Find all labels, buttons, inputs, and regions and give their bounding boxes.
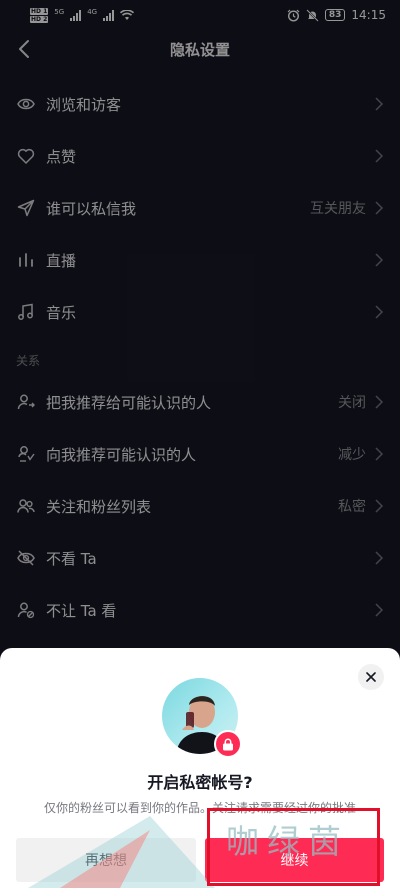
close-button[interactable] [358, 664, 384, 690]
watermark-text: 咖绿茵 [226, 822, 349, 861]
sheet-title: 开启私密帐号? [147, 773, 253, 792]
avatar-container [162, 678, 242, 758]
lock-icon [214, 730, 242, 758]
close-icon [366, 672, 376, 682]
cancel-button[interactable]: 再想想 [16, 838, 196, 882]
sheet-description: 仅你的粉丝可以看到你的作品。关注请求需要经过你的批准 [43, 801, 356, 815]
